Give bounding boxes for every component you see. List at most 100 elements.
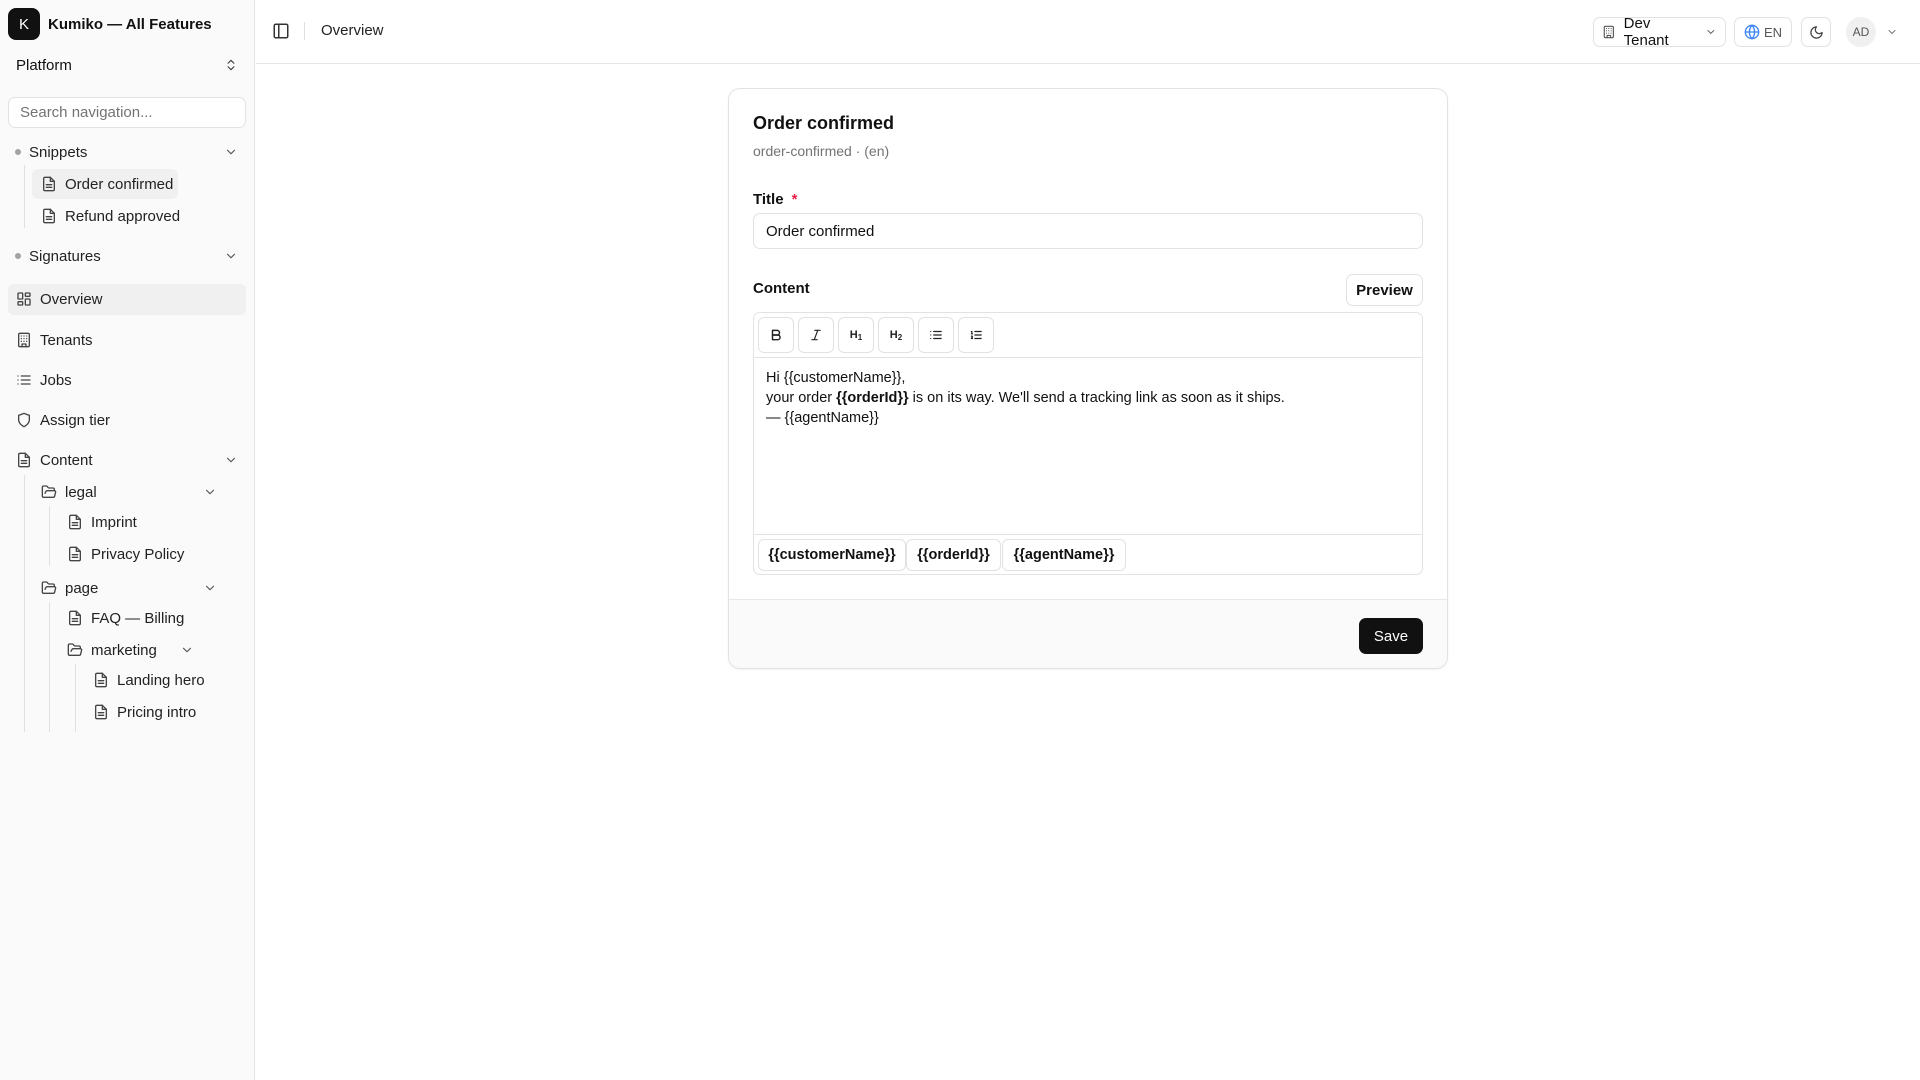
- folder-open-icon: [41, 485, 57, 498]
- app-brand[interactable]: K Kumiko — All Features: [8, 8, 212, 40]
- building-icon: [1603, 25, 1614, 39]
- file-text-icon: [95, 704, 107, 720]
- tree-guide-line: [24, 475, 25, 732]
- file-text-icon: [18, 452, 30, 468]
- sidebar-item-order-confirmed[interactable]: Order confirmed: [41, 169, 173, 199]
- sidebar-item-label: Content: [40, 451, 93, 469]
- file-text-icon: [95, 672, 107, 688]
- chevron-down-icon: [1707, 30, 1715, 34]
- sidebar-item-label: FAQ — Billing: [91, 609, 185, 627]
- sidebar-item-content[interactable]: Content: [16, 445, 93, 475]
- editor-content[interactable]: Hi {{customerName}}, your order {{orderI…: [766, 368, 1406, 428]
- sidebar-folder-legal[interactable]: legal: [41, 477, 97, 507]
- sidebar-item-label: Tenants: [40, 331, 93, 349]
- placeholder-chip-customer-name[interactable]: {{customerName}}: [758, 539, 906, 571]
- chevron-down-icon[interactable]: [203, 485, 217, 499]
- heading1-letter: H: [849, 329, 858, 341]
- building-icon: [18, 332, 30, 348]
- sidebar-group-label: Signatures: [29, 247, 101, 265]
- title-field-label: Title *: [753, 191, 797, 208]
- italic-button[interactable]: [798, 317, 834, 353]
- sidebar-item-label: Assign tier: [40, 411, 111, 429]
- italic-icon: [811, 329, 821, 341]
- ordered-list-button[interactable]: [958, 317, 994, 353]
- sidebar-item-label: Privacy Policy: [91, 545, 185, 563]
- chevron-down-icon[interactable]: [203, 581, 217, 595]
- save-button[interactable]: Save: [1359, 618, 1423, 654]
- folder-open-icon: [67, 643, 83, 656]
- sidebar-item-label: Pricing intro: [117, 703, 197, 721]
- group-dot: [15, 253, 21, 259]
- workspace-switcher-label: Platform: [16, 56, 72, 74]
- tenant-label: Dev Tenant: [1623, 15, 1669, 49]
- sidebar-group-label: Snippets: [29, 143, 88, 161]
- sidebar-toggle-icon[interactable]: [272, 22, 290, 40]
- sidebar-item-tenants[interactable]: Tenants: [16, 325, 93, 355]
- title-input[interactable]: [753, 213, 1423, 249]
- breadcrumb[interactable]: Overview: [321, 22, 384, 39]
- sidebar-item-label: Order confirmed: [65, 175, 174, 193]
- bullet-list-button[interactable]: [918, 317, 954, 353]
- sidebar-item-jobs[interactable]: Jobs: [16, 365, 72, 395]
- heading2-letter: H: [889, 329, 898, 341]
- list-icon: [17, 375, 31, 385]
- sidebar-item-assign-tier[interactable]: Assign tier: [16, 405, 110, 435]
- sidebar-item-label: Jobs: [40, 371, 72, 389]
- top-bar: Overview Dev Tenant EN AD: [256, 0, 1920, 64]
- tree-guide-line: [24, 165, 25, 228]
- chevron-down-icon[interactable]: [224, 145, 238, 159]
- tree-guide-line: [49, 602, 50, 732]
- chevron-down-icon[interactable]: [180, 643, 194, 657]
- bold-button[interactable]: [758, 317, 794, 353]
- sidebar-item-refund-approved[interactable]: Refund approved: [41, 201, 180, 231]
- language-switcher-button[interactable]: EN: [1734, 17, 1792, 47]
- file-text-icon: [43, 176, 55, 192]
- user-menu-button[interactable]: AD: [1846, 17, 1912, 47]
- sidebar-item-imprint[interactable]: Imprint: [67, 507, 137, 537]
- heading2-level: 2: [897, 332, 903, 342]
- editor-line: Hi {{customerName}},: [766, 370, 906, 386]
- group-dot: [15, 149, 21, 155]
- sidebar-item-overview[interactable]: Overview: [16, 284, 103, 314]
- placeholder-chip-order-id[interactable]: {{orderId}}: [906, 539, 1001, 571]
- required-mark: *: [791, 191, 798, 208]
- tenant-switcher-button[interactable]: Dev Tenant: [1593, 15, 1726, 49]
- placeholder-chip-agent-name[interactable]: {{agentName}}: [1002, 539, 1126, 571]
- app-name: Kumiko — All Features: [48, 15, 212, 33]
- rich-text-editor: H1 H2 Hi {{customerName}}, your order {{…: [753, 312, 1423, 575]
- sidebar-item-label: page: [65, 579, 99, 597]
- sidebar-folder-page[interactable]: page: [41, 573, 98, 603]
- file-text-icon: [69, 610, 81, 626]
- toolbar-divider: [304, 22, 305, 40]
- sidebar-item-privacy-policy[interactable]: Privacy Policy: [67, 539, 184, 569]
- chevron-down-icon: [1888, 30, 1896, 34]
- sidebar-item-faq-billing[interactable]: FAQ — Billing: [67, 603, 184, 633]
- card-title: Order confirmed: [753, 113, 895, 133]
- sidebar-item-landing-hero[interactable]: Landing hero: [93, 665, 205, 695]
- sidebar-item-pricing-intro[interactable]: Pricing intro: [93, 697, 196, 727]
- sidebar-group-snippets[interactable]: Snippets: [10, 137, 87, 167]
- nav-search-input[interactable]: [8, 97, 246, 128]
- moon-icon: [1809, 25, 1823, 39]
- preview-button[interactable]: Preview: [1346, 274, 1423, 306]
- heading2-button[interactable]: H2: [878, 317, 914, 353]
- workspace-switcher[interactable]: Platform: [8, 51, 246, 79]
- sidebar-item-label: Imprint: [91, 513, 137, 531]
- sidebar-item-label: Landing hero: [117, 671, 205, 689]
- file-text-icon: [69, 546, 81, 562]
- theme-toggle-button[interactable]: [1801, 17, 1831, 47]
- sidebar-item-label: legal: [65, 483, 97, 501]
- chevron-down-icon[interactable]: [224, 249, 238, 263]
- globe-icon: [1744, 24, 1760, 40]
- language-label: EN: [1763, 24, 1783, 40]
- heading1-level: 1: [857, 332, 863, 342]
- tree-guide-line: [75, 664, 76, 732]
- chevron-down-icon[interactable]: [224, 453, 238, 467]
- file-text-icon: [69, 514, 81, 530]
- sidebar-group-signatures[interactable]: Signatures: [10, 241, 101, 271]
- file-text-icon: [43, 208, 55, 224]
- heading1-button[interactable]: H1: [838, 317, 874, 353]
- card-footer: Save: [729, 599, 1447, 668]
- editor-line: your order {{orderId}} is on its way. We…: [766, 388, 1406, 408]
- sidebar-folder-marketing[interactable]: marketing: [67, 635, 157, 665]
